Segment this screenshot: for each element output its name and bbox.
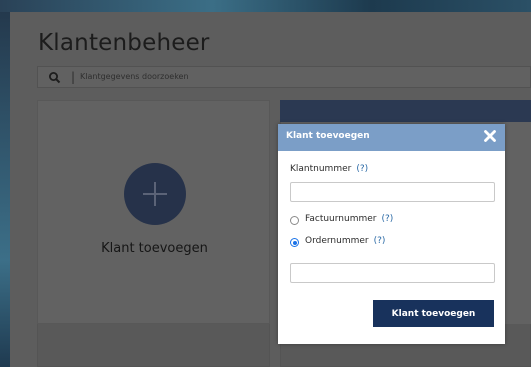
plus-icon[interactable] bbox=[124, 163, 186, 225]
close-icon[interactable] bbox=[483, 129, 497, 143]
page-title: Klantenbeheer bbox=[38, 30, 210, 56]
search-icon bbox=[49, 72, 61, 84]
order-number-label: Ordernummer bbox=[305, 236, 369, 246]
order-number-radio[interactable] bbox=[290, 238, 299, 247]
add-customer-card-label: Klant toevoegen bbox=[101, 241, 208, 256]
order-number-option: Ordernummer (?) bbox=[305, 236, 385, 246]
dialog-header: Klant toevoegen bbox=[278, 124, 505, 151]
customer-number-label-text: Klantnummer bbox=[290, 164, 352, 174]
invoice-number-option: Factuurnummer (?) bbox=[305, 214, 393, 224]
order-number-help-link[interactable]: (?) bbox=[374, 236, 386, 246]
dialog-title: Klant toevoegen bbox=[286, 131, 370, 141]
window-left-edge bbox=[0, 12, 10, 367]
invoice-number-help-link[interactable]: (?) bbox=[381, 214, 393, 224]
customer-number-label: Klantnummer (?) bbox=[290, 164, 368, 174]
search-bar[interactable]: | Klantgegevens doorzoeken bbox=[37, 66, 531, 88]
window-top-edge bbox=[0, 0, 531, 12]
search-placeholder: Klantgegevens doorzoeken bbox=[80, 72, 189, 81]
reference-number-field[interactable] bbox=[290, 263, 495, 283]
add-customer-button[interactable]: Klant toevoegen bbox=[373, 300, 494, 327]
customer-number-field[interactable] bbox=[290, 182, 495, 202]
customer-panel-header bbox=[280, 100, 531, 122]
add-customer-dialog: Klant toevoegen Klantnummer (?) Factuurnu… bbox=[278, 124, 505, 344]
invoice-number-radio[interactable] bbox=[290, 216, 299, 225]
customer-number-help-link[interactable]: (?) bbox=[356, 164, 368, 174]
search-separator: | bbox=[71, 70, 76, 84]
invoice-number-label: Factuurnummer bbox=[305, 214, 377, 224]
card-placeholder bbox=[37, 324, 270, 367]
add-customer-card[interactable]: Klant toevoegen bbox=[37, 100, 270, 324]
